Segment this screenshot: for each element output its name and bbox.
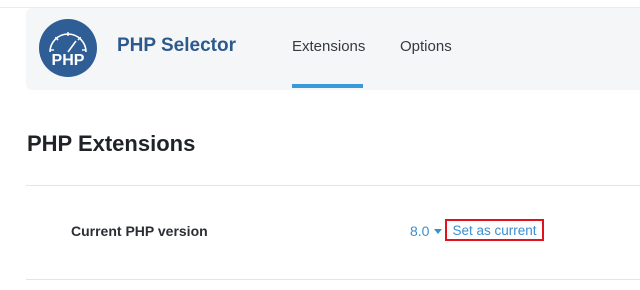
set-as-current-link[interactable]: Set as current [445, 219, 544, 241]
active-tab-indicator [292, 84, 363, 88]
php-logo-icon: PHP [39, 19, 97, 77]
logo-text: PHP [52, 52, 85, 69]
divider [26, 279, 640, 280]
tab-options[interactable]: Options [400, 38, 452, 55]
page-title: PHP Extensions [27, 131, 196, 156]
app-header: PHP PHP Selector Extensions Options [26, 8, 640, 90]
caret-down-icon [434, 228, 443, 234]
php-version-dropdown[interactable]: 8.0 [410, 221, 443, 241]
divider [26, 185, 640, 186]
tab-extensions[interactable]: Extensions [292, 38, 365, 55]
current-php-version-label: Current PHP version [71, 223, 208, 239]
php-version-value: 8.0 [410, 223, 430, 239]
app-title: PHP Selector [117, 35, 236, 56]
